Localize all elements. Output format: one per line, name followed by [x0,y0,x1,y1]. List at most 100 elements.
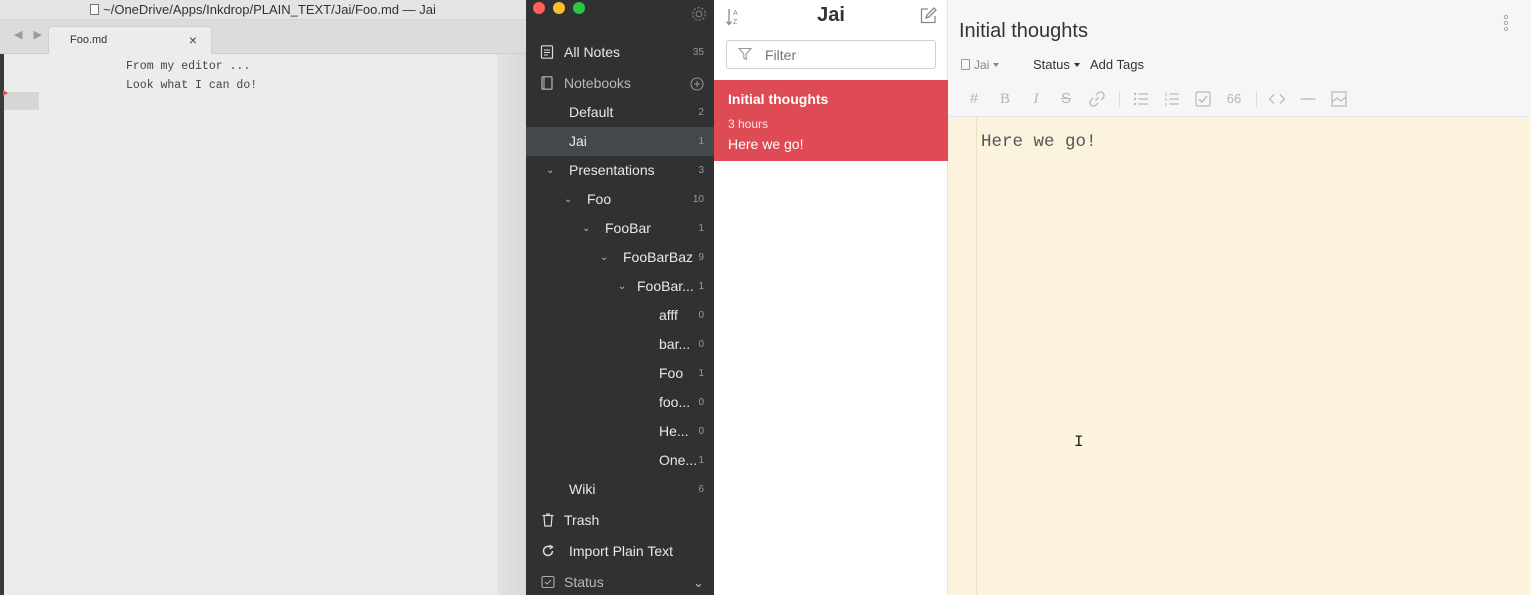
count-badge: 10 [692,194,704,205]
sidebar-item-wiki[interactable]: Wiki 6 [526,475,714,504]
bold-icon[interactable]: B [996,90,1014,108]
formatting-toolbar: # B I S 66 [948,84,1531,114]
note-snippet: Here we go! [728,136,804,152]
note-editor: Initial thoughts Jai Status Add Tags # B… [948,0,1531,595]
sidebar-item-label: Status [564,574,604,590]
sidebar-item-import[interactable]: Import Plain Text [526,537,714,566]
text-cursor-icon: I [1074,433,1084,451]
note-title: Initial thoughts [728,91,829,107]
sidebar-item-label: All Notes [564,44,621,60]
toolbar-divider [1119,91,1120,108]
chevron-down-icon[interactable]: ⌄ [693,568,704,595]
chevron-down-icon[interactable]: ⌄ [564,185,572,214]
sidebar-item-label: FooBar [605,220,651,236]
sidebar-item-label: Foo [587,191,612,207]
sidebar-item-label: Default [569,104,614,120]
sidebar-item-foo-truncated[interactable]: foo... 0 [526,388,714,417]
note-list-title: Jai [817,4,845,26]
sidebar-item-all-notes[interactable]: All Notes 35 [526,38,714,67]
heading-icon[interactable]: # [965,90,983,108]
add-tags-button[interactable]: Add Tags [1090,57,1144,72]
sidebar-item-label: Jai [569,133,587,149]
filter-icon [738,47,752,61]
sidebar-item-foobarbaz[interactable]: ⌄ FooBarBaz 9 [526,243,714,272]
count-badge: 1 [698,281,704,292]
line-marker-icon [3,90,8,96]
note-body[interactable]: Here we go! [981,132,1097,152]
strikethrough-icon[interactable]: S [1057,90,1075,108]
sidebar-item-label: Foo [659,365,684,381]
count-badge: 0 [698,397,704,408]
count-badge: 3 [698,165,704,176]
sidebar-item-notebooks[interactable]: Notebooks [526,69,714,98]
compose-icon[interactable] [919,7,937,25]
sidebar-item-foo[interactable]: ⌄ Foo 10 [526,185,714,214]
sidebar-item-foobar-nested[interactable]: ⌄ FooBar... 1 [526,272,714,301]
filter-input[interactable] [726,40,936,69]
sidebar-item-bar[interactable]: bar... 0 [526,330,714,359]
status-label: Status [1033,57,1070,72]
tab-close-icon[interactable]: × [189,32,197,48]
count-badge: 0 [698,310,704,321]
note-timestamp: 3 hours [728,117,769,131]
chevron-down-icon[interactable]: ⌄ [546,156,554,185]
chevron-down-icon[interactable]: ⌄ [582,214,590,243]
note-title-field[interactable]: Initial thoughts [959,20,1088,43]
sidebar-item-label: FooBarBaz [623,249,694,265]
numbered-list-icon[interactable] [1163,90,1181,108]
image-icon[interactable] [1330,90,1348,108]
list-item[interactable]: Initial thoughts 3 hours Here we go! [714,80,948,161]
sidebar-item-status[interactable]: Status ⌄ [526,568,714,595]
sidebar-item-one[interactable]: One... 1 [526,446,714,475]
quote-icon[interactable]: 66 [1225,90,1243,108]
current-line-highlight [4,92,39,110]
chevron-down-icon[interactable]: ⌄ [600,243,608,272]
sidebar-item-jai[interactable]: Jai 1 [526,127,714,156]
add-notebook-icon[interactable] [690,77,704,91]
more-options-icon[interactable] [1503,14,1509,32]
desktop: ~/OneDrive/Apps/Inkdrop/PLAIN_TEXT/Jai/F… [0,0,1531,595]
horizontal-rule-icon[interactable] [1299,90,1317,108]
close-window-button[interactable] [533,2,545,14]
sidebar-item-he[interactable]: He... 0 [526,417,714,446]
status-icon [541,575,555,589]
zoom-window-button[interactable] [573,2,585,14]
editor-text-area[interactable]: From my editor ... Look what I can do! [126,57,257,95]
code-icon[interactable] [1268,90,1286,108]
sidebar-item-label: Import Plain Text [569,543,674,559]
bullet-list-icon[interactable] [1132,90,1150,108]
sidebar-item-label: bar... [659,336,691,352]
minimize-window-button[interactable] [553,2,565,14]
count-badge: 1 [698,455,704,466]
sidebar-item-label: Wiki [569,481,596,497]
sidebar: All Notes 35 Notebooks Default 2 Jai 1 ⌄… [526,0,714,595]
gear-icon[interactable] [690,5,708,23]
sidebar-item-foo-child[interactable]: Foo 1 [526,359,714,388]
sidebar-item-label: One... [659,452,698,468]
nav-arrows-icon[interactable]: ◀ ▶ [14,28,46,41]
sidebar-item-label: FooBar... [637,278,694,294]
sidebar-item-afff[interactable]: afff 0 [526,301,714,330]
status-dropdown[interactable]: Status [1033,57,1080,72]
toolbar-divider [1256,91,1257,108]
text-editor-window: ~/OneDrive/Apps/Inkdrop/PLAIN_TEXT/Jai/F… [0,0,526,595]
chevron-down-icon [993,63,1000,67]
chevron-down-icon[interactable]: ⌄ [618,272,626,301]
count-badge: 1 [698,136,704,147]
sidebar-item-trash[interactable]: Trash [526,506,714,535]
sidebar-item-label: Presentations [569,162,655,178]
trash-icon [542,513,554,527]
notebook-name: Jai [974,58,990,72]
note-list: AZ Jai Initial thoughts 3 hours Here we … [714,0,948,595]
count-badge: 0 [698,339,704,350]
link-icon[interactable] [1088,90,1106,108]
sidebar-item-default[interactable]: Default 2 [526,98,714,127]
tab-foo-md[interactable]: Foo.md × [48,26,212,54]
checkbox-icon[interactable] [1194,90,1212,108]
sidebar-item-foobar[interactable]: ⌄ FooBar 1 [526,214,714,243]
notebook-selector[interactable]: Jai [961,57,1000,72]
note-header: Initial thoughts Jai Status Add Tags # B… [948,0,1531,117]
sidebar-item-label: afff [659,307,678,323]
italic-icon[interactable]: I [1027,90,1045,108]
sidebar-item-presentations[interactable]: ⌄ Presentations 3 [526,156,714,185]
